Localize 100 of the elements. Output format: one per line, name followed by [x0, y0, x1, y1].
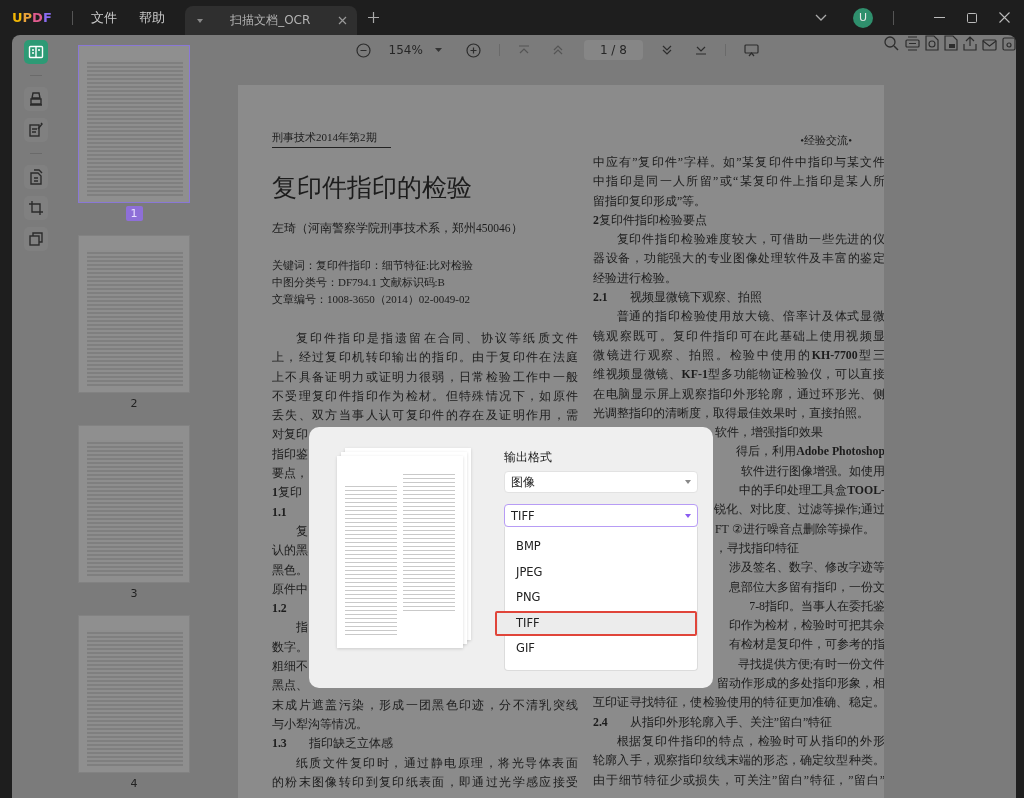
maximize-icon[interactable]: [967, 12, 977, 23]
text-line: 留动作形成的多处指印形象，相: [716, 675, 885, 692]
text-line: 有检材是复印件，可参考的指: [728, 636, 885, 654]
field-label: 输出格式: [504, 450, 553, 465]
text-line: 在电脑显示屏上观察指印外形轮廓，通过环形光、侧: [593, 385, 885, 403]
format-select[interactable]: 图像: [504, 471, 698, 493]
text-line: 对复印: [272, 426, 308, 444]
previous-page-icon[interactable]: [551, 45, 564, 55]
text-line: 维视频显微镜、KF-1型多功能物证检验仪，可以直接: [593, 366, 885, 384]
add-tab-icon[interactable]: [367, 12, 379, 23]
caret-icon: [685, 513, 691, 518]
text-line: 涉及签名、数字、修改字迹等: [728, 559, 885, 577]
save-icon[interactable]: [1002, 37, 1016, 51]
section-heading: 1.3 指印缺乏立体感: [272, 735, 394, 753]
author-line: 左琦（河南警察学院刑事技术系，郑州450046）: [272, 221, 524, 236]
edit-tool[interactable]: [24, 118, 48, 142]
text-line: 互印证寻找特征，使检验使用的特征更加准确、稳定。: [593, 694, 885, 712]
reader-tool[interactable]: [24, 40, 48, 64]
highlight-icon: [28, 91, 44, 107]
text-line: 微镜进行观察、拍照。检验中使用的KH-7700型三: [593, 346, 885, 364]
last-page-icon[interactable]: [694, 45, 707, 55]
text-line: 纸质文件复印时，通过静电原理，将光导体表面: [294, 754, 578, 772]
text-line: 1.2: [272, 600, 287, 618]
dropdown-option[interactable]: JPEG: [505, 559, 697, 585]
text-line: 镜观察既可。复印件指印可在此基础上使用视频显: [593, 327, 885, 345]
text-line: 由于细节特征少或损失，可关注”留白”特征，”留白”: [593, 771, 885, 789]
text-line: 光调整指印的清晰度，取得最佳效果时，直接拍照。: [593, 404, 870, 422]
page-number: 3: [129, 586, 139, 601]
text-line: 指: [294, 619, 308, 637]
dropdown-option[interactable]: TIFF: [495, 610, 697, 636]
text-line: 上不具备证明力或证明力很弱，日常检验工作中一般: [272, 368, 578, 386]
text-line: 数字。: [272, 638, 308, 656]
presentation-icon[interactable]: [743, 43, 759, 57]
journal-header: 刑事技术2014年第2期: [272, 130, 391, 148]
reader-icon: [28, 44, 44, 60]
page-number: 1: [125, 206, 143, 221]
text-line: 黑点、: [272, 677, 308, 695]
text-line: 锐化、对比度、过滤等操作;通过: [712, 501, 885, 519]
section-heading: 2.1 视频显微镜下观察、拍照: [593, 289, 763, 307]
text-line: 复: [294, 522, 308, 540]
pages-icon: [28, 169, 44, 185]
close-icon[interactable]: [337, 16, 347, 25]
section-heading: 2.4 从指印外形轮廓入手、关注”留白”特征: [593, 713, 834, 731]
page-number-field[interactable]: 1 / 8: [583, 40, 643, 60]
article-title: 复印件指印的检验: [272, 173, 473, 203]
text-line: 上，经过复印机转印输出的指印。由于复印件在法庭: [272, 349, 578, 367]
text-line: 末成片遮盖污染，形成一团黑色印迹，分不清乳突线: [272, 696, 578, 714]
text-line: 中指印是同一人所留”或“某复印件上指印是某人所: [593, 173, 885, 191]
text-line: 中的手印处理工具盒TOOL-: [738, 482, 885, 500]
document-tab[interactable]: 扫描文档_OCR: [184, 6, 357, 35]
text-line: 普通的指印检验使用放大镜、倍率计及体式显微: [615, 308, 885, 326]
zoom-out-icon[interactable]: [355, 42, 371, 58]
pages-tool[interactable]: [24, 165, 48, 189]
text-line: 1.1: [272, 503, 287, 521]
text-line: 认的黑: [272, 542, 308, 560]
dropdown-option[interactable]: PNG: [505, 585, 697, 611]
document-convert-icon[interactable]: [924, 35, 939, 51]
caret-icon[interactable]: [434, 48, 442, 52]
text-line: 黑色。: [272, 561, 308, 579]
layers-icon: [28, 231, 44, 247]
edit-icon: [28, 122, 44, 138]
text-line: 中应有”复印件”字样。如”某复印件中指印与某文件: [593, 154, 885, 171]
document-lock-icon[interactable]: [943, 35, 958, 51]
crop-tool[interactable]: [24, 196, 48, 220]
text-line: 丢失、双方当事人认可复印件的存在及证明作用，需: [272, 407, 578, 425]
text-line: 不受理复印件指印作为检材。但特殊情况下，如原件: [272, 387, 578, 405]
chevron-down-icon[interactable]: [815, 14, 827, 21]
page-thumbnail[interactable]: [78, 45, 190, 203]
zoom-in-icon[interactable]: [465, 42, 481, 58]
text-line: 原件中: [272, 580, 308, 598]
dropdown-option[interactable]: GIF: [505, 636, 697, 662]
image-type-select[interactable]: TIFF: [504, 504, 698, 527]
article-meta: 文章编号：1008-3650（2014）02-0049-02: [272, 292, 471, 307]
mail-icon[interactable]: [981, 39, 997, 51]
text-line: 得后，利用Adobe Photoshop: [735, 443, 885, 461]
next-page-icon[interactable]: [660, 45, 673, 55]
menu-item[interactable]: 帮助: [138, 8, 165, 27]
crop-icon: [28, 200, 44, 216]
text-line: 1复印: [272, 484, 302, 502]
text-line: 指印鉴: [272, 445, 308, 463]
text-line: 寻找提供方便;有时一份文件: [736, 655, 885, 673]
article-meta: 关键词：复印件指印：细节特征:比对检验: [272, 258, 475, 273]
menu-item[interactable]: 文件: [90, 8, 117, 27]
text-line: 印作为检材，检验时可把其余: [728, 617, 885, 635]
close-icon[interactable]: [999, 12, 1010, 23]
first-page-icon[interactable]: [517, 45, 530, 55]
zoom-level[interactable]: 154%: [388, 43, 423, 57]
share-icon[interactable]: [962, 36, 977, 51]
text-line: 复印件指印检验难度较大，可借助一些先进的仪: [615, 231, 885, 249]
text-line: 留指印复印形成”等。: [593, 192, 708, 210]
dropdown-option[interactable]: BMP: [505, 534, 697, 560]
caret-icon: [685, 480, 691, 484]
text-line: 要点，: [272, 465, 308, 483]
text-line: 软件，增强指印效果: [714, 424, 823, 442]
scan-icon[interactable]: [904, 36, 920, 51]
text-line: 2复印件指印检验要点: [593, 211, 708, 229]
layers-tool[interactable]: [24, 227, 48, 251]
highlight-tool[interactable]: [24, 87, 48, 111]
text-line: 软件进行图像增强。如使用: [740, 462, 885, 480]
search-icon[interactable]: [884, 36, 900, 51]
